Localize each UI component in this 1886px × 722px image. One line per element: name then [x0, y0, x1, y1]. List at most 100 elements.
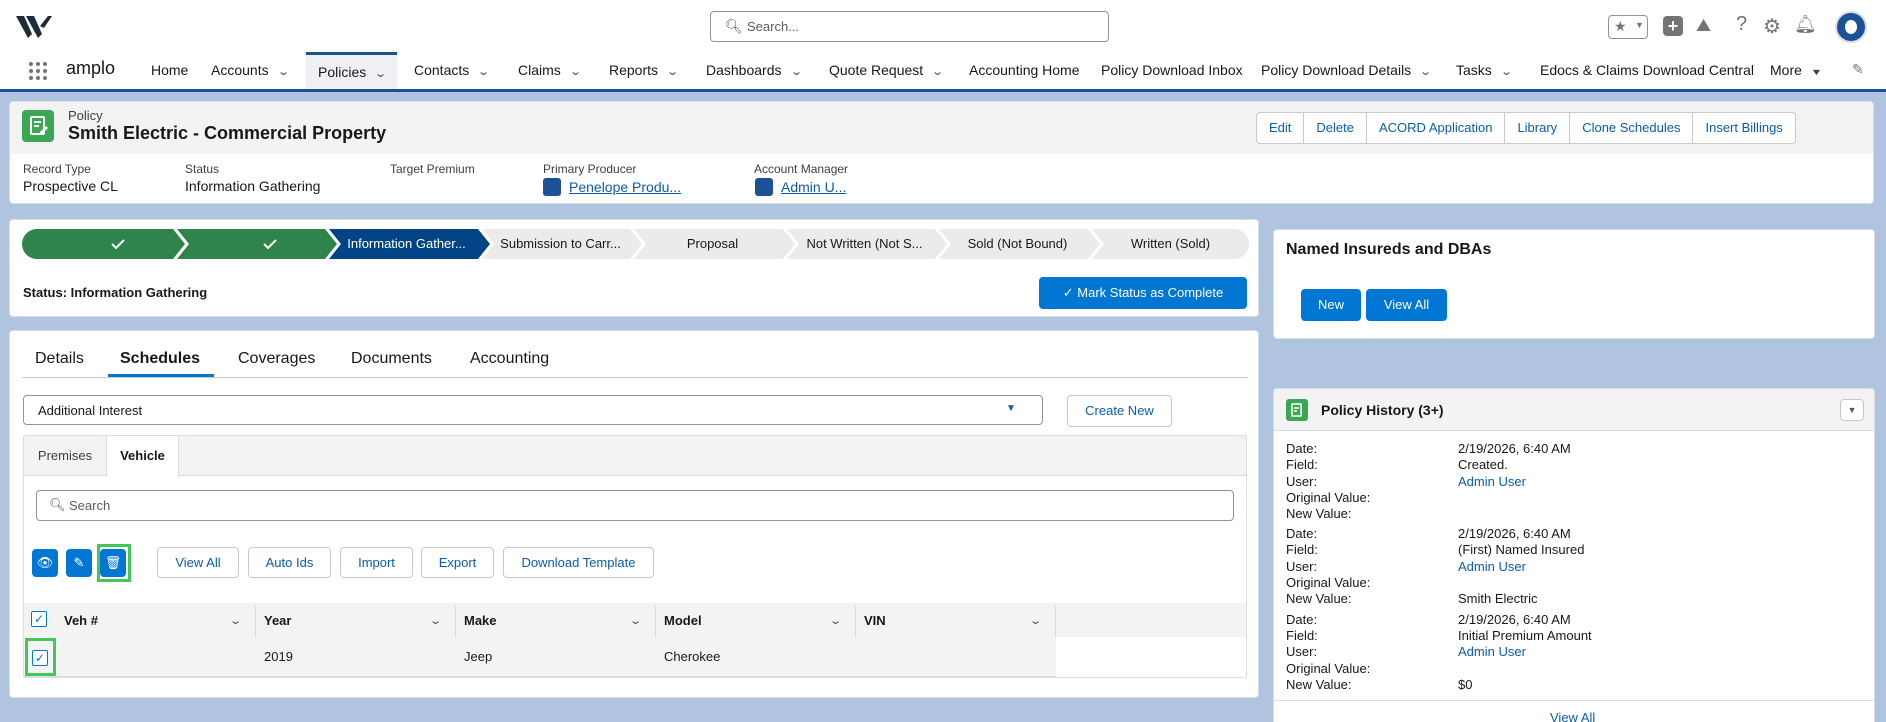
named-insureds-card: Named Insureds and DBAs [1273, 229, 1875, 339]
tab-coverages[interactable]: Coverages [238, 350, 315, 368]
download-template-button[interactable]: Download Template [503, 547, 654, 578]
help-icon[interactable]: ? [1736, 13, 1747, 36]
chevron-down-icon[interactable]: ⌄ [629, 606, 642, 636]
acord-application-button[interactable]: ACORD Application [1366, 112, 1506, 144]
chevron-down-icon[interactable]: ⌄ [1500, 54, 1513, 91]
gear-icon[interactable]: ⚙ [1763, 14, 1781, 39]
chevron-down-icon[interactable]: ⌄ [790, 54, 803, 91]
chevron-down-icon[interactable]: ⌄ [1029, 606, 1042, 636]
caret-down-icon[interactable]: ▼ [1810, 54, 1822, 91]
nav-dashboards[interactable]: Dashboards ⌄ [706, 52, 803, 91]
path-step-complete[interactable] [177, 229, 337, 259]
account-manager-link[interactable]: Admin U... [781, 179, 846, 195]
delete-trash-icon[interactable]: 🗑︎ [100, 549, 126, 577]
chevron-down-icon[interactable]: ⌄ [931, 54, 944, 91]
column-header-model[interactable]: Model [664, 606, 702, 636]
chevron-down-icon[interactable]: ⌄ [429, 606, 442, 636]
path-step-label: Submission to Carr... [500, 236, 621, 251]
user-avatar-icon [755, 178, 773, 196]
column-header-vin[interactable]: VIN [864, 606, 886, 636]
history-label: New Value: [1286, 677, 1352, 692]
nav-reports[interactable]: Reports ⌄ [609, 52, 679, 91]
nav-tasks[interactable]: Tasks ⌄ [1456, 52, 1513, 91]
edit-button[interactable]: Edit [1256, 112, 1305, 144]
subtab-vehicle[interactable]: Vehicle [106, 436, 179, 477]
chevron-down-icon[interactable]: ⌄ [277, 54, 290, 91]
path-step-complete[interactable] [22, 229, 185, 259]
path-step-label: Written (Sold) [1130, 236, 1211, 251]
preview-eye-icon[interactable]: 👁︎ [32, 549, 58, 577]
card-menu-dropdown[interactable]: ▼ [1840, 399, 1864, 421]
nav-policies[interactable]: Policies ⌄ [306, 52, 398, 91]
history-field: Initial Premium Amount [1458, 628, 1592, 643]
new-named-insured-button[interactable]: New [1301, 289, 1361, 321]
trailhead-icon[interactable]: ⛰ [1696, 15, 1711, 36]
nav-claims[interactable]: Claims ⌄ [518, 52, 582, 91]
avatar[interactable] [1835, 11, 1867, 43]
chevron-down-icon[interactable]: ⌄ [829, 606, 842, 636]
chevron-down-icon[interactable]: ⌄ [477, 54, 490, 91]
chevron-down-icon[interactable]: ⌄ [666, 54, 679, 91]
history-user-link[interactable]: Admin User [1458, 559, 1526, 574]
nav-more[interactable]: More ▼ [1770, 52, 1823, 91]
chevron-down-icon[interactable]: ⌄ [374, 57, 387, 91]
column-header-make[interactable]: Make [464, 606, 497, 636]
view-all-named-insureds-button[interactable]: View All [1366, 289, 1447, 321]
nav-policy-download-inbox[interactable]: Policy Download Inbox [1101, 52, 1243, 89]
favorites-button[interactable]: ★ ▼ [1608, 15, 1648, 39]
primary-producer-link[interactable]: Penelope Produ... [569, 179, 681, 195]
field-label: Account Manager [754, 162, 849, 176]
tab-details[interactable]: Details [35, 350, 84, 368]
history-label: Field: [1286, 457, 1318, 472]
insert-billings-button[interactable]: Insert Billings [1693, 112, 1796, 144]
mark-status-complete-button[interactable]: ✓ Mark Status as Complete [1039, 277, 1247, 309]
global-search-input[interactable]: 🔍︎ Search... [710, 11, 1109, 42]
auto-ids-button[interactable]: Auto Ids [248, 547, 331, 578]
library-button[interactable]: Library [1505, 112, 1571, 144]
nav-quote-request[interactable]: Quote Request ⌄ [829, 52, 944, 91]
global-actions-icon[interactable]: + [1663, 16, 1683, 36]
bell-icon[interactable]: 🔔︎ [1794, 14, 1817, 35]
cell-model: Cherokee [664, 649, 721, 664]
import-button[interactable]: Import [340, 547, 413, 578]
path-step-label: Proposal [686, 236, 739, 251]
vehicle-search-input[interactable]: 🔍︎ Search [36, 490, 1234, 521]
star-icon: ★ [1614, 18, 1627, 34]
history-user-link[interactable]: Admin User [1458, 644, 1526, 659]
edit-pencil-icon[interactable]: ✎ [66, 549, 92, 577]
app-launcher-icon[interactable] [28, 61, 48, 81]
tab-documents[interactable]: Documents [351, 350, 432, 368]
clone-schedules-button[interactable]: Clone Schedules [1570, 112, 1694, 144]
subtab-premises[interactable]: Premises [24, 436, 106, 476]
record-title: Smith Electric - Commercial Property [68, 123, 387, 143]
row-checkbox[interactable]: ✓ [32, 650, 48, 666]
nav-contacts[interactable]: Contacts ⌄ [414, 52, 490, 91]
delete-button[interactable]: Delete [1304, 112, 1367, 144]
nav-accounts[interactable]: Accounts ⌄ [211, 52, 290, 91]
field-label: Record Type [23, 162, 91, 176]
select-all-checkbox[interactable]: ✓ [31, 611, 47, 627]
amplo-logo-icon[interactable] [14, 12, 54, 40]
column-header-year[interactable]: Year [264, 606, 291, 636]
table-row[interactable] [24, 637, 1056, 677]
export-button[interactable]: Export [421, 547, 494, 578]
tab-schedules[interactable]: Schedules [120, 350, 200, 368]
pencil-icon[interactable]: ✎ [1852, 61, 1864, 78]
create-new-button[interactable]: Create New [1067, 395, 1172, 427]
chevron-down-icon[interactable]: ⌄ [1419, 54, 1432, 91]
history-user-link[interactable]: Admin User [1458, 474, 1526, 489]
nav-policy-download-details[interactable]: Policy Download Details ⌄ [1261, 52, 1432, 91]
policy-record-icon [22, 110, 54, 142]
nav-edocs-claims[interactable]: Edocs & Claims Download Central [1540, 52, 1754, 89]
caret-down-icon: ▼ [1006, 403, 1016, 414]
nav-home[interactable]: Home [151, 52, 188, 89]
chevron-down-icon[interactable]: ⌄ [569, 54, 582, 91]
view-all-button[interactable]: View All [157, 547, 239, 578]
column-header-veh[interactable]: Veh # [64, 606, 98, 636]
path-step-label: Not Written (Not S... [806, 236, 923, 251]
schedule-type-select[interactable]: Additional Interest ▼ [23, 395, 1043, 425]
nav-accounting-home[interactable]: Accounting Home [969, 52, 1080, 89]
history-view-all-link[interactable]: View All [1550, 710, 1595, 722]
tab-accounting[interactable]: Accounting [470, 350, 549, 368]
chevron-down-icon[interactable]: ⌄ [229, 606, 242, 636]
